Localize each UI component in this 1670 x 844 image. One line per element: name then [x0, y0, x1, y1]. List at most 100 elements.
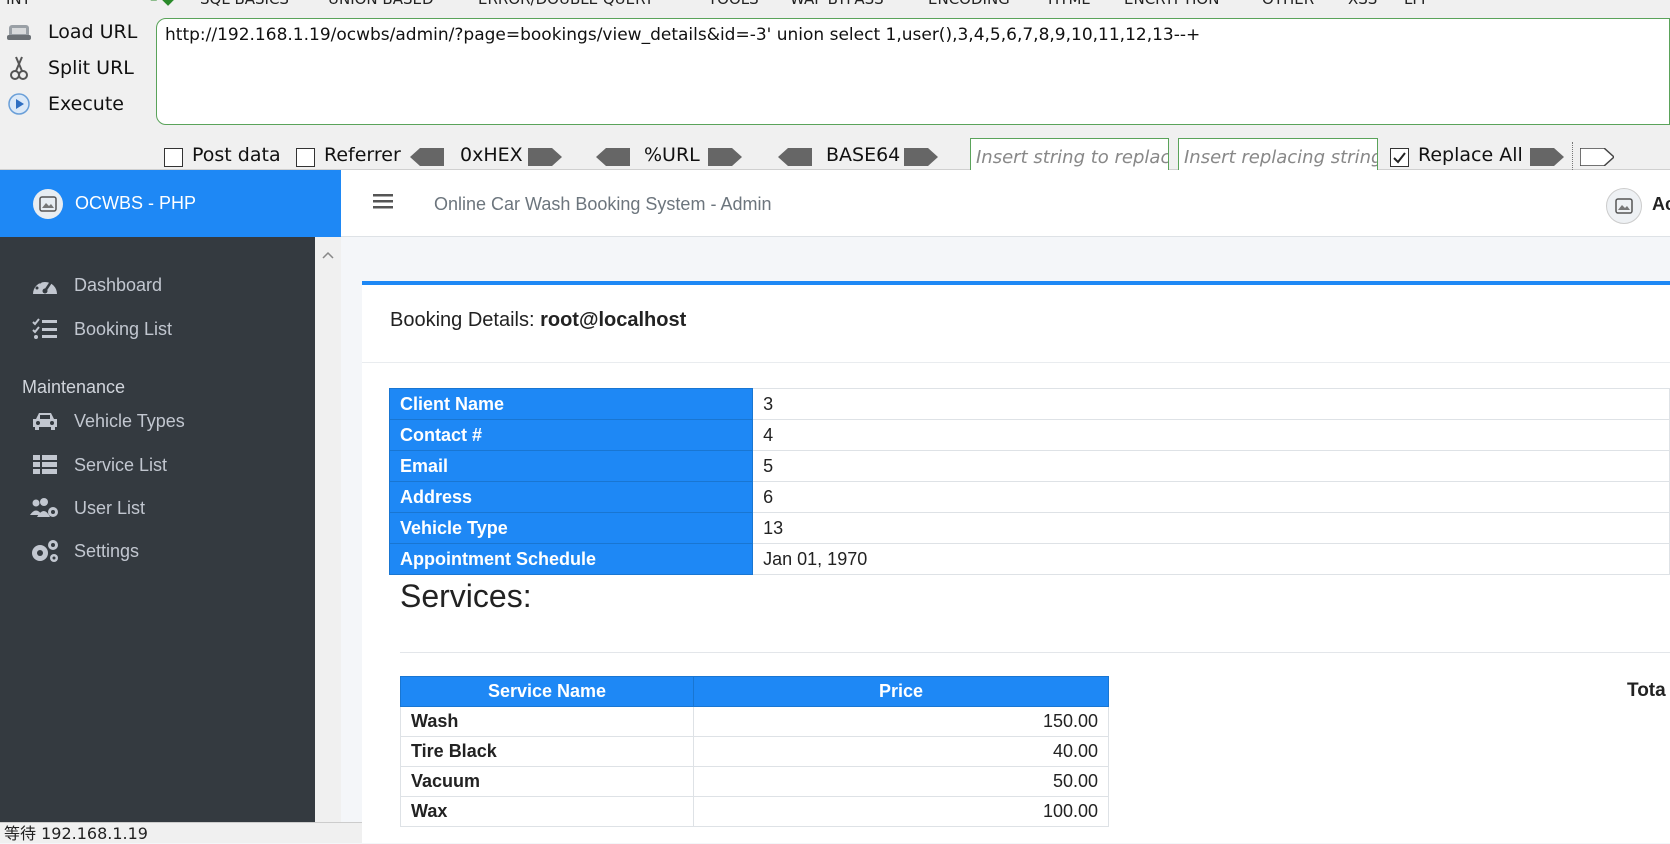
column-header-service-name: Service Name: [400, 676, 694, 707]
menu-lfi[interactable]: LFI: [1404, 0, 1425, 8]
card-title-value: root@localhost: [540, 309, 687, 331]
service-price: 50.00: [693, 766, 1109, 797]
hamburger-menu-icon[interactable]: [373, 192, 393, 210]
sidebar-item-label: Vehicle Types: [74, 410, 185, 431]
url-decode-arrow-icon[interactable]: [596, 148, 630, 166]
cogs-icon: [30, 538, 60, 564]
sidebar-item-user-list[interactable]: User List: [30, 490, 145, 526]
sidebar-item-label: Booking List: [74, 318, 173, 339]
menu-waf-bypass[interactable]: WAF BYPASS: [790, 0, 884, 8]
detail-value: 13: [752, 512, 1670, 544]
menu-html[interactable]: HTML: [1048, 0, 1090, 8]
menu-int[interactable]: INT: [6, 0, 31, 8]
table-list-icon: [30, 452, 60, 478]
table-row: Contact #4: [388, 419, 1670, 451]
replace-alt-arrow-icon[interactable]: [1580, 148, 1614, 166]
top-navbar: Online Car Wash Booking System - Admin A…: [341, 170, 1670, 237]
base64-decode-arrow-icon[interactable]: [778, 148, 812, 166]
detail-label: Appointment Schedule: [388, 543, 754, 575]
replace-all-checkbox[interactable]: [1390, 148, 1409, 167]
sidebar-scrollbar[interactable]: [315, 237, 341, 837]
detail-value: Jan 01, 1970: [752, 543, 1670, 575]
scroll-up-icon[interactable]: [322, 249, 334, 261]
sidebar-item-service-list[interactable]: Service List: [30, 447, 167, 483]
url-input[interactable]: http://192.168.1.19/ocwbs/admin/?page=bo…: [156, 18, 1670, 125]
split-url-button[interactable]: Split URL: [4, 52, 154, 84]
sidebar: Dashboard Booking List Maintenance Vehic…: [0, 237, 341, 843]
app-title: Online Car Wash Booking System - Admin: [434, 194, 772, 214]
check-icon: [1393, 152, 1406, 164]
sidebar-item-label: Settings: [74, 540, 140, 561]
referrer-label: Referrer: [324, 144, 401, 166]
load-url-button[interactable]: Load URL: [4, 16, 154, 48]
load-url-icon: [4, 20, 34, 44]
sidebar-item-settings[interactable]: Settings: [30, 533, 139, 569]
sidebar-item-dashboard[interactable]: Dashboard: [30, 267, 162, 303]
menu-error-double-query[interactable]: ERROR/DOUBLE QUERY: [478, 0, 654, 8]
table-row: Address 6: [388, 481, 1670, 513]
detail-value: 6: [752, 481, 1670, 513]
sidebar-item-booking-list[interactable]: Booking List: [30, 311, 172, 347]
sidebar-item-label: User List: [74, 497, 146, 518]
service-price: 150.00: [693, 706, 1109, 737]
detail-label: Email: [388, 450, 754, 482]
hackbar-options-row: Post data Referrer 0xHEX %URL BASE64 Ins…: [0, 138, 1670, 178]
play-icon: [4, 92, 34, 116]
column-header-price: Price: [693, 676, 1109, 707]
card-title: Booking Details: root@localhost: [390, 309, 686, 332]
hackbar-menu: INT – ◆ SQL BASICS UNION BASED ERROR/DOU…: [0, 0, 1670, 10]
table-row: Appointment Schedule Jan 01, 1970: [388, 543, 1670, 575]
sidebar-item-vehicle-types[interactable]: Vehicle Types: [30, 403, 185, 439]
table-row: Tire Black 40.00: [400, 736, 1109, 767]
separator: [1572, 142, 1573, 172]
service-name: Tire Black: [400, 736, 694, 767]
base64-encode-arrow-icon[interactable]: [904, 148, 938, 166]
card-header: Booking Details: root@localhost: [362, 285, 1670, 363]
load-url-label: Load URL: [48, 21, 138, 43]
url-encode-arrow-icon[interactable]: [708, 148, 742, 166]
brand-logo-icon: [33, 188, 63, 219]
menu-xss[interactable]: XSS: [1348, 0, 1377, 8]
scissors-icon: [4, 56, 34, 80]
service-name: Wash: [400, 706, 694, 737]
post-data-checkbox[interactable]: [164, 148, 183, 167]
url-encode-label: %URL: [644, 144, 700, 166]
table-row: Wax 100.00: [400, 796, 1109, 827]
total-label: Tota: [1627, 680, 1666, 701]
brand-link[interactable]: OCWBS - PHP: [0, 170, 341, 237]
detail-label: Address: [388, 481, 754, 513]
detail-label: Client Name: [388, 388, 754, 420]
user-name[interactable]: Ac: [1652, 194, 1670, 215]
replace-arrow-icon[interactable]: [1530, 148, 1564, 166]
menu-indicator: – ◆: [150, 0, 174, 8]
hex-encode-arrow-icon[interactable]: [528, 148, 562, 166]
avatar-image-icon: [1615, 198, 1633, 214]
menu-sql-basics[interactable]: SQL BASICS: [200, 0, 289, 8]
menu-union-based[interactable]: UNION BASED: [328, 0, 434, 8]
detail-label: Contact #: [388, 419, 754, 451]
tachometer-icon: [30, 272, 60, 298]
user-avatar[interactable]: [1606, 188, 1642, 224]
hex-decode-arrow-icon[interactable]: [410, 148, 444, 166]
service-price: 100.00: [693, 796, 1109, 827]
menu-tools[interactable]: TOOLS: [708, 0, 759, 8]
split-url-label: Split URL: [48, 57, 134, 79]
table-row: Email 5: [388, 450, 1670, 482]
table-row: Vehicle Type 13: [388, 512, 1670, 544]
detail-value: 4: [752, 419, 1670, 451]
menu-encryption[interactable]: ENCRYPTION: [1124, 0, 1219, 8]
replace-all-label: Replace All: [1418, 144, 1523, 166]
services-table: Service Name Price Wash 150.00 Tire Black…: [400, 676, 1109, 827]
menu-encoding[interactable]: ENCODING: [928, 0, 1010, 8]
hex-label: 0xHEX: [460, 144, 523, 166]
detail-label: Vehicle Type: [388, 512, 754, 544]
car-icon: [30, 408, 60, 434]
menu-other[interactable]: OTHER: [1262, 0, 1314, 8]
execute-button[interactable]: Execute: [4, 88, 154, 120]
referrer-checkbox[interactable]: [296, 148, 315, 167]
list-check-icon: [30, 316, 60, 342]
sidebar-item-label: Dashboard: [74, 274, 163, 295]
post-data-label: Post data: [192, 144, 281, 166]
booking-details-table: Client Name 3 Contact #4 Email 5 Address 6 …: [388, 388, 1670, 575]
service-name: Vacuum: [400, 766, 694, 797]
